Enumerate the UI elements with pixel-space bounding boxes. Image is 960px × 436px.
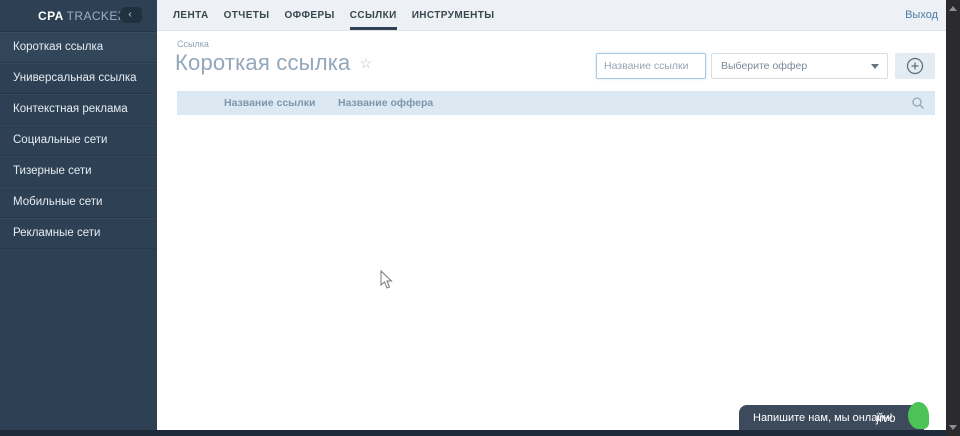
chevron-down-icon: [871, 64, 879, 69]
sidebar-menu: Короткая ссылка Универсальная ссылка Кон…: [0, 31, 157, 249]
tab-feed[interactable]: ЛЕНТА: [173, 0, 209, 30]
logout-link[interactable]: Выход: [905, 0, 938, 30]
app-logo: CPA TRACKER: [38, 9, 127, 23]
top-tabs: ЛЕНТА ОТЧЕТЫ ОФФЕРЫ ССЫЛКИ ИНСТРУМЕНТЫ: [157, 0, 946, 30]
table-header: Название ссылки Название оффера: [177, 91, 935, 115]
offer-select[interactable]: Выберите оффер: [711, 53, 888, 79]
bottom-border-strip: [0, 430, 946, 436]
column-header-link-name[interactable]: Название ссылки: [224, 97, 316, 109]
chat-leaf-icon: [908, 402, 929, 429]
scroll-up-arrow-icon[interactable]: [949, 6, 957, 11]
tab-tools[interactable]: ИНСТРУМЕНТЫ: [412, 0, 495, 30]
page-title: Короткая ссылка ☆: [175, 50, 372, 76]
jivo-logo: jivo: [875, 411, 896, 425]
chevron-left-icon: ‹: [128, 9, 132, 20]
main-content: Ссылка Короткая ссылка ☆ Выберите оффер …: [157, 31, 946, 430]
page-title-text: Короткая ссылка: [175, 50, 351, 75]
tab-offers[interactable]: ОФФЕРЫ: [285, 0, 335, 30]
sidebar-item-social-networks[interactable]: Социальные сети: [0, 125, 157, 156]
chat-widget[interactable]: Напишите нам, мы онлайн! jivo: [739, 402, 929, 431]
breadcrumb: Ссылка: [177, 39, 209, 49]
chat-message: Напишите нам, мы онлайн!: [753, 412, 893, 424]
sidebar-item-teaser-networks[interactable]: Тизерные сети: [0, 156, 157, 187]
sidebar-item-ad-networks[interactable]: Рекламные сети: [0, 218, 157, 249]
app-logo-bold: CPA: [38, 8, 64, 23]
sidebar-item-short-link[interactable]: Короткая ссылка: [0, 32, 157, 63]
tab-reports[interactable]: ОТЧЕТЫ: [224, 0, 270, 30]
tab-links[interactable]: ССЫЛКИ: [349, 0, 397, 30]
link-name-input[interactable]: [596, 53, 706, 79]
favorite-star-icon[interactable]: ☆: [359, 55, 372, 72]
top-navigation-bar: ЛЕНТА ОТЧЕТЫ ОФФЕРЫ ССЫЛКИ ИНСТРУМЕНТЫ В…: [157, 0, 946, 31]
offer-select-value: Выберите оффер: [721, 60, 808, 72]
sidebar-item-context-ads[interactable]: Контекстная реклама: [0, 94, 157, 125]
vertical-scrollbar[interactable]: [946, 0, 960, 436]
sidebar-item-mobile-networks[interactable]: Мобильные сети: [0, 187, 157, 218]
sidebar: CPA TRACKER ‹ Короткая ссылка Универсальн…: [0, 0, 157, 431]
sidebar-item-universal-link[interactable]: Универсальная ссылка: [0, 63, 157, 94]
scroll-down-arrow-icon[interactable]: [949, 425, 957, 430]
app-logo-rest: TRACKER: [66, 8, 127, 23]
plus-circle-icon: [906, 57, 924, 75]
search-icon[interactable]: [911, 96, 925, 110]
filter-controls: Выберите оффер: [596, 53, 935, 79]
add-link-button[interactable]: [895, 53, 935, 79]
sidebar-header: CPA TRACKER ‹: [0, 0, 157, 31]
column-header-offer-name[interactable]: Название оффера: [338, 97, 433, 109]
